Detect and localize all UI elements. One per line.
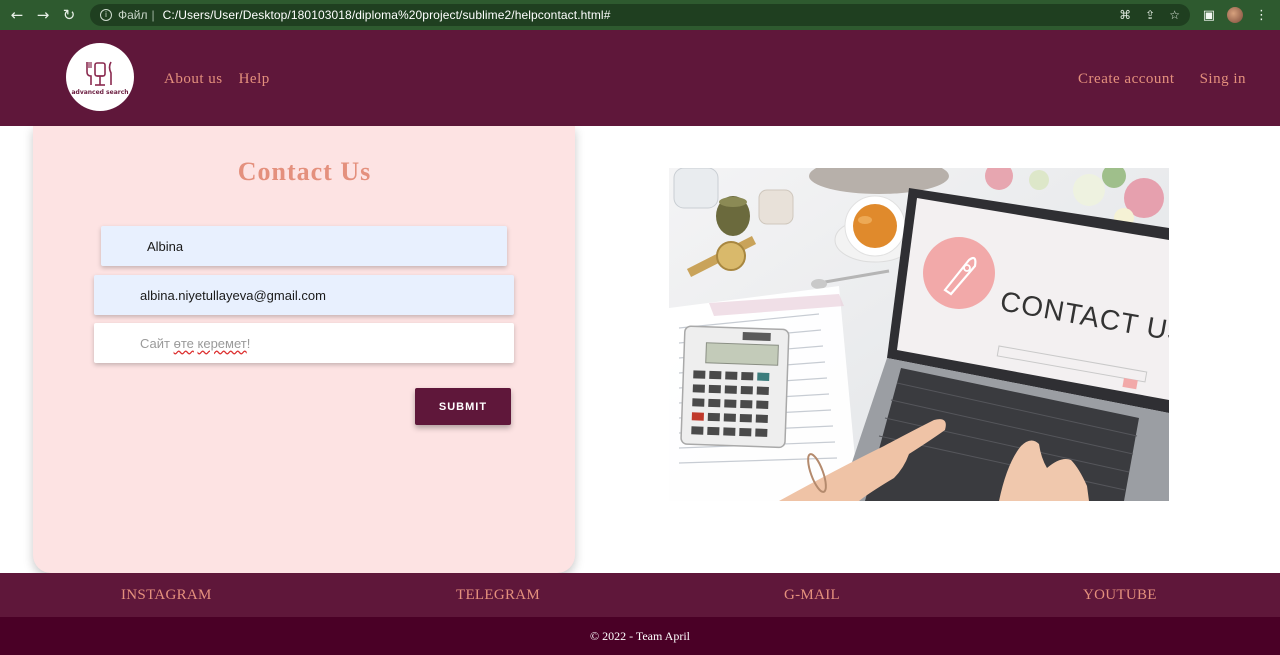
email-input[interactable]: albina.niyetullayeva@gmail.com bbox=[94, 275, 514, 315]
contact-photo: CONTACT US bbox=[669, 168, 1169, 501]
message-suffix: ! bbox=[246, 335, 251, 351]
logo-text: advanced search bbox=[71, 88, 129, 96]
social-bar: INSTAGRAM TELEGRAM G-MAIL YOUTUBE bbox=[0, 573, 1280, 617]
message-input[interactable]: Сайт өте керемет! bbox=[94, 323, 514, 363]
copyright-bar: © 2022 - Team April bbox=[0, 617, 1280, 655]
message-text: Сайт өте керемет! bbox=[140, 336, 250, 351]
message-prefix: Сайт bbox=[140, 335, 174, 351]
logo-cutlery-icon bbox=[86, 61, 112, 86]
nav-create-account[interactable]: Create account bbox=[1078, 71, 1175, 88]
footer-instagram-link[interactable]: INSTAGRAM bbox=[121, 587, 212, 604]
email-input-value: albina.niyetullayeva@gmail.com bbox=[140, 287, 326, 303]
contact-title: Contact Us bbox=[237, 157, 372, 186]
share-icon[interactable]: ⇪ bbox=[1145, 8, 1155, 22]
side-panel-icon[interactable]: ▣ bbox=[1203, 8, 1215, 23]
message-word-2: керемет bbox=[197, 335, 247, 351]
site-logo[interactable]: advanced search bbox=[66, 43, 134, 111]
forward-icon[interactable]: → bbox=[30, 0, 56, 30]
message-word-1: өте bbox=[173, 335, 194, 351]
footer-youtube-link[interactable]: YOUTUBE bbox=[1083, 587, 1157, 604]
footer-telegram-link[interactable]: TELEGRAM bbox=[456, 587, 540, 604]
contact-photo-illustration: CONTACT US bbox=[669, 168, 1169, 501]
bookmark-star-icon[interactable]: ☆ bbox=[1169, 8, 1180, 22]
address-bar[interactable]: i Файл | C:/Users/User/Desktop/180103018… bbox=[90, 4, 1190, 26]
submit-button[interactable]: SUBMIT bbox=[415, 388, 511, 425]
menu-icon[interactable]: ⋮ bbox=[1255, 8, 1268, 23]
profile-avatar[interactable] bbox=[1227, 7, 1243, 23]
copyright-text: © 2022 - Team April bbox=[589, 628, 691, 643]
site-header: advanced search About us Help Create acc… bbox=[0, 30, 1280, 126]
scheme-separator: | bbox=[151, 8, 155, 22]
reload-icon[interactable]: ↻ bbox=[56, 0, 82, 30]
browser-toolbar: ← → ↻ i Файл | C:/Users/User/Desktop/180… bbox=[0, 0, 1280, 30]
footer-gmail-link[interactable]: G-MAIL bbox=[784, 587, 840, 604]
nav-about-us[interactable]: About us bbox=[164, 71, 223, 88]
name-input-value: Albina bbox=[147, 238, 184, 254]
translate-icon[interactable]: ⌘ bbox=[1119, 8, 1131, 22]
name-input[interactable]: Albina bbox=[101, 226, 507, 266]
nav-sign-in[interactable]: Sing in bbox=[1200, 71, 1246, 88]
scheme-label: Файл bbox=[118, 8, 148, 22]
url-text[interactable]: C:/Users/User/Desktop/180103018/diploma%… bbox=[163, 8, 611, 22]
info-icon[interactable]: i bbox=[100, 9, 112, 21]
back-icon[interactable]: ← bbox=[4, 0, 30, 30]
nav-help[interactable]: Help bbox=[239, 71, 270, 88]
